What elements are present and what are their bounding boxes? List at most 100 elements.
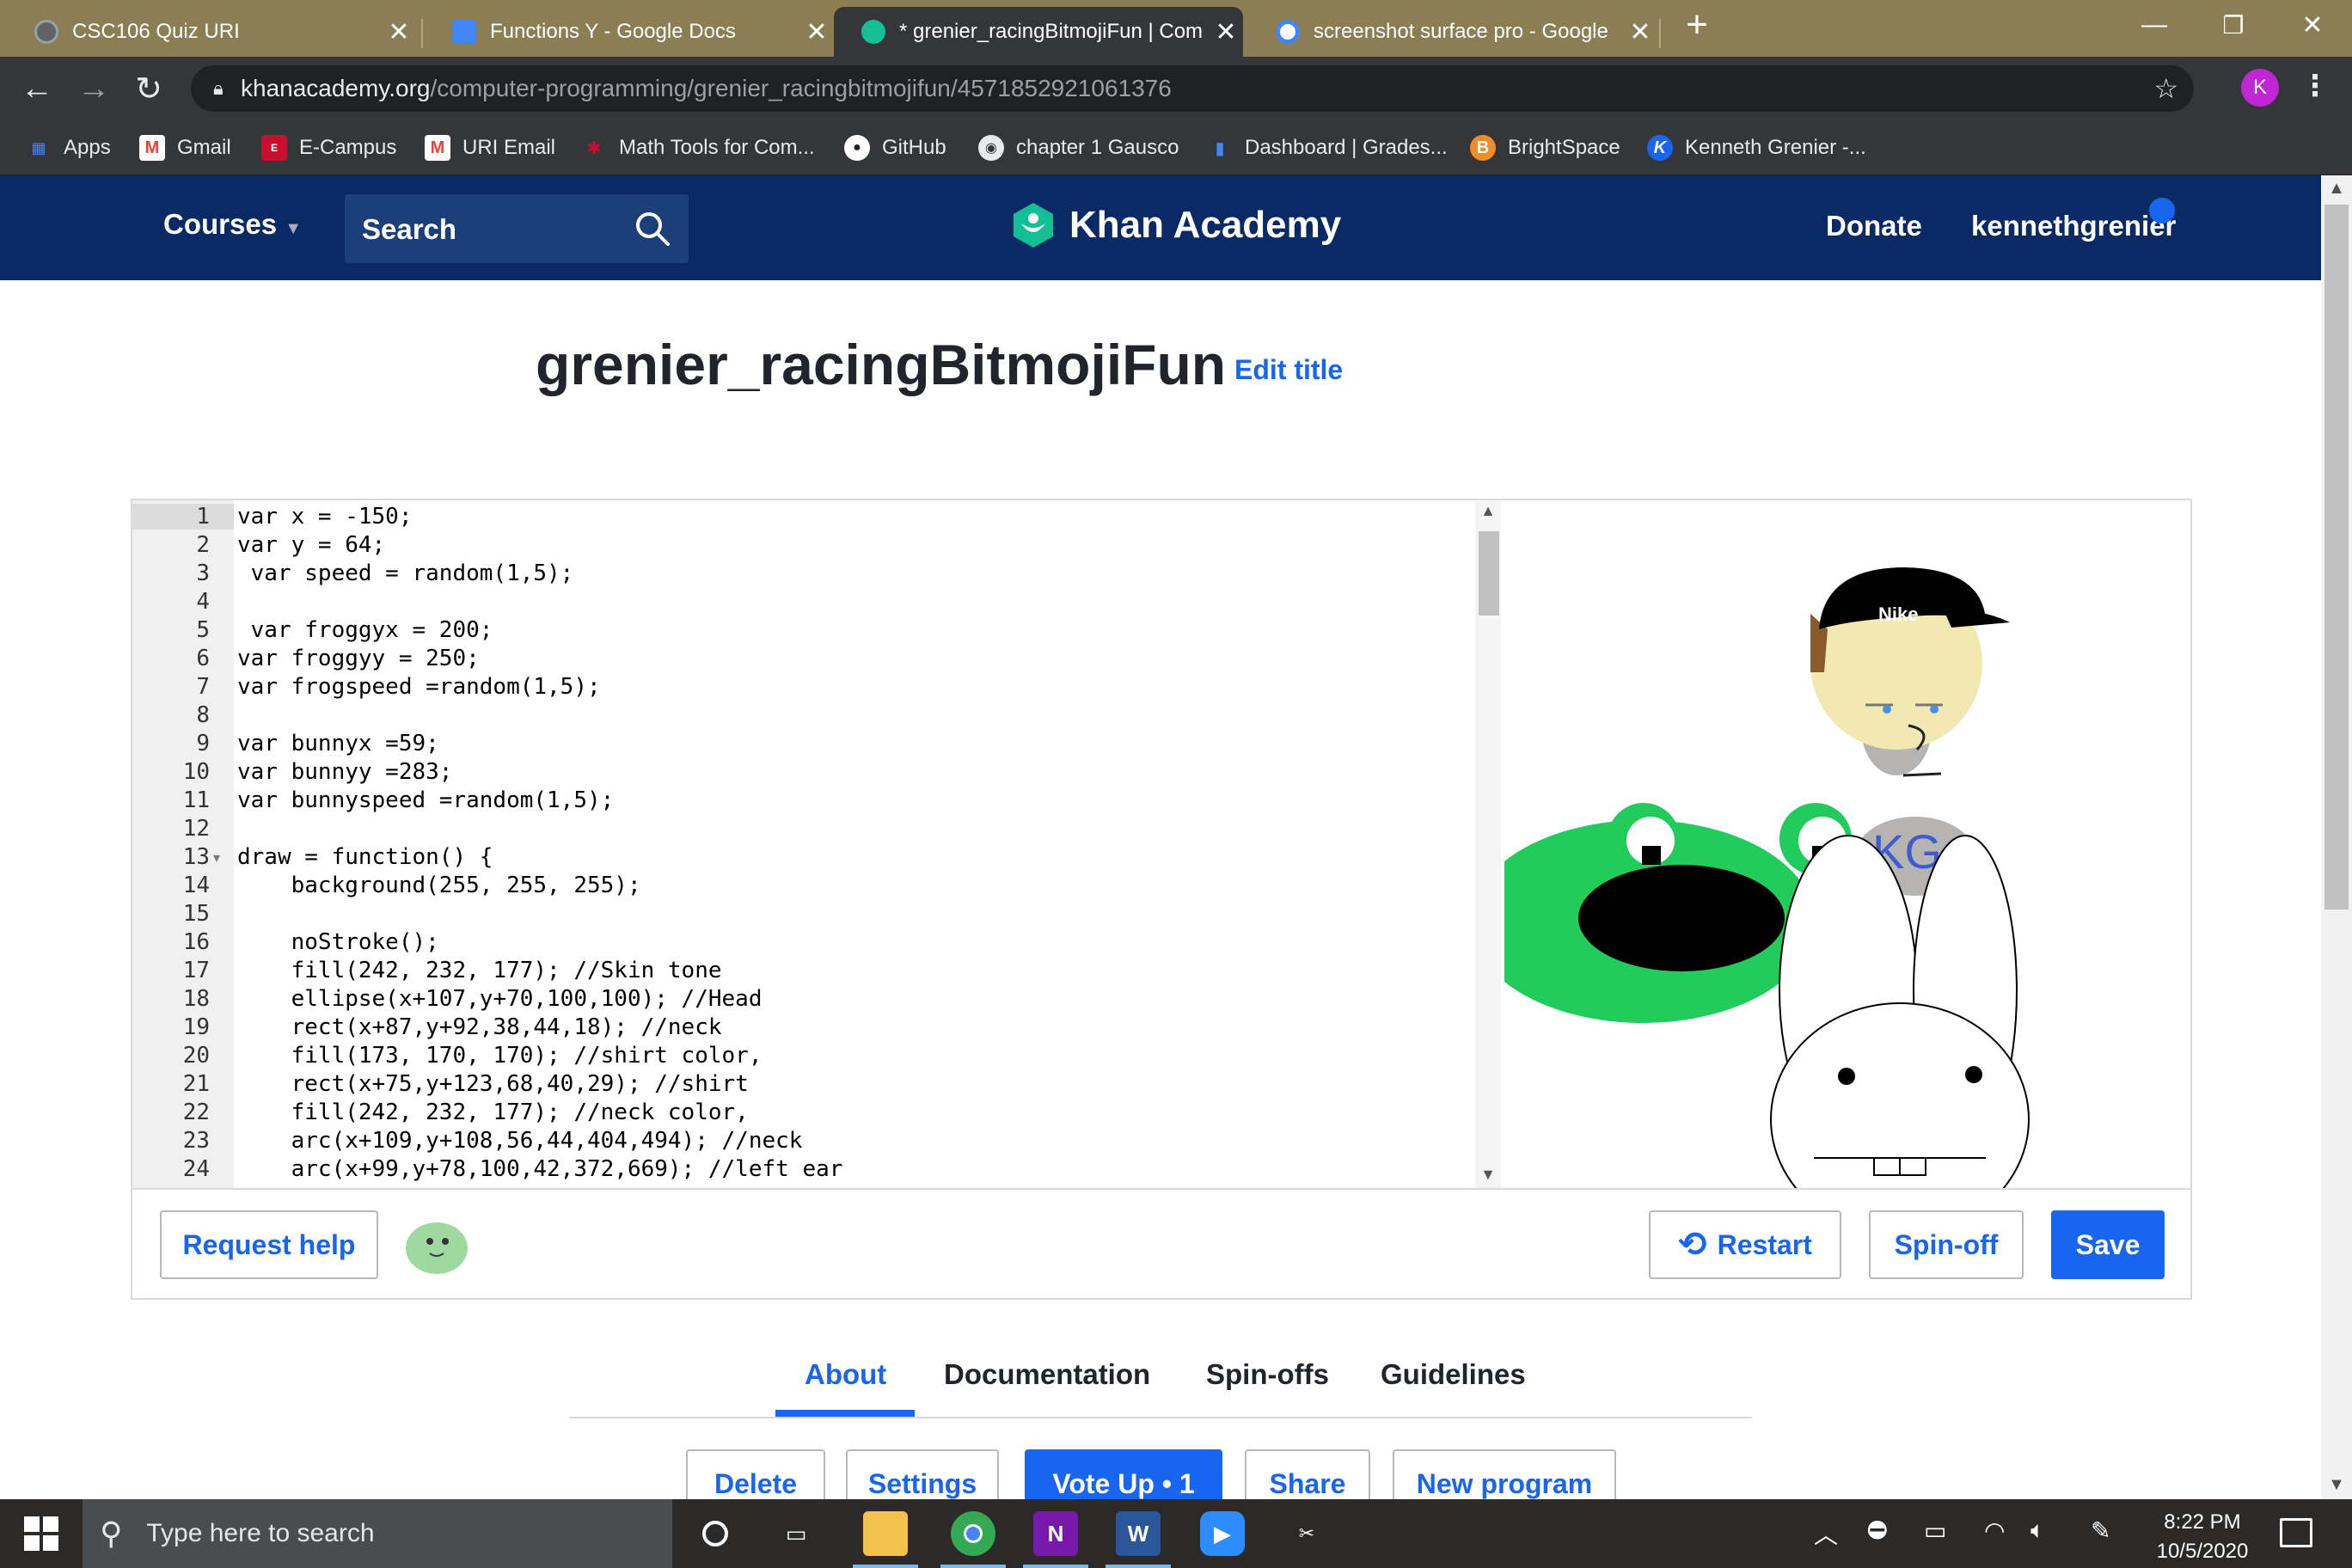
code-line[interactable]: var bunnyy =283; [237,759,452,785]
code-line[interactable]: arc(x+99,y+78,100,42,372,669); //left ea… [237,1156,843,1182]
code-line[interactable]: noStroke(); [237,929,439,955]
system-clock[interactable]: 8:22 PM 10/5/2020 [2116,1508,2288,1566]
bookmark-star-icon[interactable]: ☆ [2153,72,2178,105]
search-icon[interactable] [632,208,673,249]
bookmark-dashboard[interactable]: ▮ Dashboard | Grades... [1207,120,1447,175]
word-icon[interactable]: W [1116,1511,1161,1556]
new-tab-icon[interactable]: + [1657,0,1736,50]
bookmark-ecampus[interactable]: E E-Campus [261,120,396,175]
close-window-icon[interactable]: ✕ [2273,0,2352,50]
code-line[interactable]: var x = -150; [237,504,413,530]
bookmark-kenneth-grenier[interactable]: K Kenneth Grenier -... [1647,120,1866,175]
browser-tab[interactable]: CSC106 Quiz URI ✕ [7,7,416,57]
page-scrollbar[interactable]: ▲ ▼ [2321,175,2352,1499]
code-line[interactable]: fill(242, 232, 177); //Skin tone [237,958,722,983]
bookmark-github[interactable]: ● GitHub [844,120,946,175]
minimize-icon[interactable]: — [2115,0,2194,50]
code-line[interactable]: rect(x+75,y+123,68,40,29); //shirt [237,1071,749,1097]
code-line[interactable]: var froggyy = 250; [237,646,480,671]
task-view-icon[interactable]: ▭ [774,1511,818,1556]
close-tab-icon[interactable]: ✕ [382,17,416,47]
code-line[interactable]: background(255, 255, 255); [237,873,641,898]
bookmark-gmail[interactable]: M Gmail [139,120,231,175]
save-button[interactable]: Save [2051,1210,2165,1279]
close-tab-icon[interactable]: ✕ [1209,17,1243,47]
pen-icon[interactable]: ✎ [2091,1516,2110,1545]
scroll-up-icon[interactable]: ▲ [1475,502,1501,520]
show-hidden-icons[interactable]: ︿ [1814,1516,1838,1551]
close-tab-icon[interactable]: ✕ [1623,17,1657,47]
snipping-tool-icon[interactable]: ✂ [1284,1511,1329,1556]
code-line[interactable]: var bunnyx =59; [237,731,439,756]
zoom-icon[interactable]: ▶ [1200,1511,1245,1556]
code-scrollbar[interactable]: ▲ ▼ [1475,500,1501,1188]
code-line[interactable]: var speed = random(1,5); [237,560,574,586]
browser-tab-active[interactable]: * grenier_racingBitmojiFun | Com ✕ [834,7,1243,57]
code-line[interactable]: var froggyx = 200; [237,617,493,643]
program-output-canvas[interactable]: Nike KG [1504,500,2190,1188]
spinoff-button[interactable]: Spin-off [1869,1210,2024,1279]
file-explorer-icon[interactable] [863,1511,908,1556]
browser-tab[interactable]: screenshot surface pro - Google ✕ [1248,7,1657,57]
bookmark-brightspace[interactable]: B BrightSpace [1470,120,1620,175]
wifi-icon[interactable]: ◠ [1984,1516,2005,1545]
bookmark-label: chapter 1 Gausco [1016,136,1179,159]
code-line[interactable]: var y = 64; [237,532,385,558]
scroll-down-icon[interactable]: ▼ [1475,1166,1501,1184]
cortana-icon[interactable] [693,1511,738,1556]
volume-icon[interactable]: 🔈︎ [2030,1516,2045,1545]
windows-start-icon[interactable] [22,1515,60,1553]
profile-avatar[interactable]: K [2241,69,2279,107]
onenote-icon[interactable]: N [1033,1511,1078,1556]
bookmark-chapter-1[interactable]: ◉ chapter 1 Gausco [978,120,1179,175]
scrollbar-thumb[interactable] [2324,205,2349,910]
bookmark-math-tools[interactable]: ✱ Math Tools for Com... [581,120,815,175]
code-line[interactable]: fill(242, 232, 177); //neck color, [237,1099,749,1125]
code-line[interactable]: fill(173, 170, 170); //shirt color, [237,1043,763,1069]
request-help-button[interactable]: Request help [160,1210,378,1279]
editor-controls: Request help ⟲ Restart Spin-off Save [132,1188,2190,1298]
scroll-down-icon[interactable]: ▼ [2321,1475,2352,1495]
chrome-menu-icon[interactable]: ⋮ [2300,69,2330,103]
khan-academy-icon [861,20,885,44]
edit-title-link[interactable]: Edit title [1234,354,1343,386]
restore-icon[interactable]: ❐ [2194,0,2273,50]
code-line[interactable]: draw = function() { [237,844,493,870]
khan-academy-hex-icon [1014,203,1053,248]
avatar[interactable] [404,1216,469,1276]
tab-separator [421,19,423,48]
donate-link[interactable]: Donate [1826,210,1922,242]
khan-academy-logo[interactable]: Khan Academy [1011,201,1341,249]
sync-off-icon[interactable]: ⛔︎ [1867,1516,1888,1545]
bookmark-uri-email[interactable]: M URI Email [425,120,555,175]
code-line[interactable]: arc(x+109,y+108,56,44,404,494); //neck [237,1128,803,1154]
tab-spinoffs[interactable]: Spin-offs [1206,1358,1329,1391]
reload-icon[interactable]: ↻ [127,67,170,110]
user-menu[interactable]: kennethgrenier [1971,210,2176,242]
bookmark-apps[interactable]: ▦ Apps [26,120,110,175]
site-search[interactable]: Search [345,194,689,263]
restart-button[interactable]: ⟲ Restart [1649,1210,1841,1279]
code-editor[interactable]: 1 2 3 4 5 6 7 8 9 10 11 12 13 ▾ 14 15 16 17 18 19 20 21 22 23 24… [132,500,1633,1188]
close-tab-icon[interactable]: ✕ [799,17,834,47]
action-center-icon[interactable] [2280,1518,2312,1547]
code-line[interactable]: rect(x+87,y+92,38,44,18); //neck [237,1014,722,1040]
code-line[interactable]: ellipse(x+107,y+70,100,100); //Head [237,986,763,1012]
courses-menu[interactable]: Courses ▼ [163,208,302,241]
code-line[interactable]: var frogspeed =random(1,5); [237,674,601,700]
forward-icon[interactable]: → [72,67,115,110]
scrollbar-thumb[interactable] [1479,531,1499,616]
tab-about[interactable]: About [805,1358,886,1391]
browser-tab[interactable]: Functions Y - Google Docs ✕ [425,7,834,57]
tab-documentation[interactable]: Documentation [944,1358,1150,1391]
battery-icon[interactable]: ▭ [1924,1516,1946,1545]
chrome-icon[interactable] [951,1511,995,1556]
taskbar-search[interactable]: ⚲ Type here to search [83,1499,672,1568]
tab-guidelines[interactable]: Guidelines [1381,1358,1526,1391]
code-line[interactable]: var bunnyspeed =random(1,5); [237,787,614,813]
fold-arrow-icon[interactable]: ▾ [213,849,220,867]
back-icon[interactable]: ← [15,67,58,110]
address-bar[interactable]: 🔒︎ khanacademy.org/computer-programming/… [191,65,2194,112]
scroll-up-icon[interactable]: ▲ [2321,179,2352,199]
line-number: 18 [182,986,210,1012]
